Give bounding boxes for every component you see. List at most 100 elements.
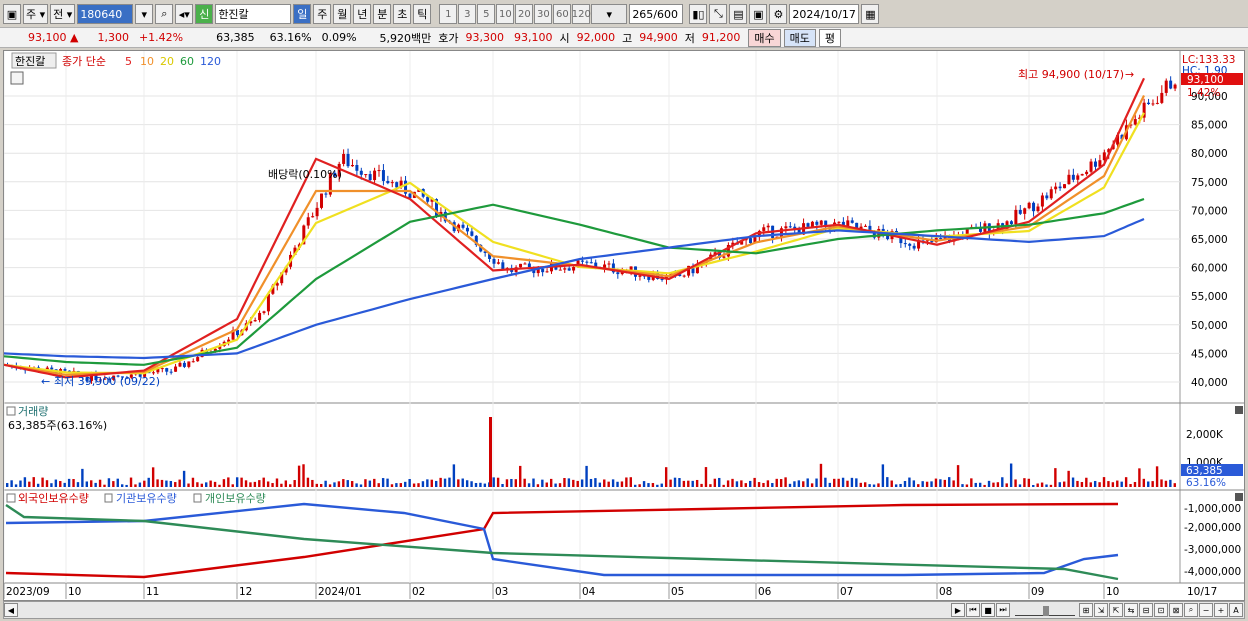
volume-bar [846,480,849,487]
volume-bar [129,477,133,487]
interval-tick[interactable]: 틱 [413,4,432,24]
volume-bar [594,478,597,487]
volume-bar [324,480,327,487]
calendar-icon[interactable]: ▦ [861,4,880,24]
eval-button[interactable]: 평 [818,28,842,47]
draw-tool-icon[interactable]: ⤡ [709,4,728,24]
speaker-icon[interactable]: ◂▾ [175,4,194,24]
volume-panel-close-icon[interactable] [1235,406,1243,414]
holdings-panel-close-icon[interactable] [1235,493,1243,501]
grid-toggle-icon[interactable] [10,71,24,85]
candle-body [315,207,319,217]
volume-bar [412,483,416,487]
interval-second[interactable]: 초 [393,4,412,24]
period-type-select[interactable]: 주 ▾ [23,4,49,24]
font-size-icon[interactable]: A [1229,603,1243,617]
low-price: 91,200 [701,31,741,44]
gear-icon[interactable]: ⚙ [769,4,788,24]
stop-icon[interactable]: ■ [981,603,995,617]
period-20[interactable]: 20 [515,4,534,24]
stock-code-input[interactable]: 180640 [77,4,134,24]
volume-bar [1160,479,1163,487]
interval-week[interactable]: 주 [313,4,332,24]
chart-area[interactable]: 한진칼 종가 단순 5 10 20 60 120 최고 94,900 (10/1… [3,50,1245,601]
tool-icon-1[interactable]: ⊞ [1079,603,1093,617]
tool-icon-6[interactable]: ⊡ [1154,603,1168,617]
period-1[interactable]: 1 [439,4,458,24]
zoom-icon[interactable]: ⌕ [1184,603,1198,617]
period-10[interactable]: 10 [496,4,515,24]
zoom-in-icon[interactable]: + [1214,603,1228,617]
print-icon[interactable]: ▤ [729,4,748,24]
volume-bar [120,484,124,487]
period-5[interactable]: 5 [477,4,496,24]
volume-value-text: 63,385주(63.16%) [8,419,107,432]
tool-icon-7[interactable]: ⊠ [1169,603,1183,617]
candle-body [589,262,593,264]
volume-bar [408,479,411,487]
period-3[interactable]: 3 [458,4,477,24]
stock-name-field[interactable]: 한진칼 [215,4,292,24]
tool-icon-2[interactable]: ⇲ [1094,603,1108,617]
market-select[interactable]: 전 ▾ [50,4,76,24]
candle-body [1049,189,1053,199]
price-ytick: 55,000 [1191,291,1228,303]
candle-body [1063,184,1067,189]
scroll-left-icon[interactable]: ◀ [4,603,18,617]
tool-icon-5[interactable]: ⊟ [1139,603,1153,617]
legend-ma-120: 120 [200,55,221,68]
volume-bar [545,482,548,487]
period-120[interactable]: 120 [572,4,591,24]
candle-body [815,221,819,225]
volume-bar [430,479,433,487]
rewind-icon[interactable]: ⏮ [966,603,980,617]
candle-body [165,368,169,372]
volume-bar [116,478,119,487]
volume-bar [806,478,809,487]
horizontal-scrollbar[interactable]: ◀ ▶ ⏮ ■ ⏭ ⊞ ⇲ ⇱ ⇆ ⊟ ⊡ ⊠ ⌕ − + A [3,601,1245,619]
legend-individual-handle[interactable] [193,493,202,503]
tool-icon-3[interactable]: ⇱ [1109,603,1123,617]
tool-icon-4[interactable]: ⇆ [1124,603,1138,617]
zoom-out-icon[interactable]: − [1199,603,1213,617]
interval-minute[interactable]: 분 [373,4,392,24]
candle-body [196,357,200,362]
candle-body [151,372,155,374]
buy-button[interactable]: 매수 [748,28,781,47]
zoom-slider-thumb[interactable] [1043,606,1049,616]
candle-body [607,263,611,265]
fast-forward-icon[interactable]: ⏭ [996,603,1010,617]
interval-year[interactable]: 년 [353,4,372,24]
interval-day[interactable]: 일 [293,4,312,24]
period-30[interactable]: 30 [534,4,553,24]
interval-month[interactable]: 월 [333,4,352,24]
volume-bar [638,484,641,487]
date-field[interactable]: 2024/10/17 [789,4,860,24]
volume-bar [1036,483,1039,487]
count-field[interactable]: 265/600 [629,4,684,24]
window-icon[interactable]: ▣ [3,4,21,24]
volume-panel-handle[interactable] [6,406,16,416]
legend-institution-handle[interactable] [104,493,113,503]
volume-current-tag-text: 63,385 [1186,465,1223,477]
volume-bar [965,484,969,487]
stock-dropdown-button[interactable]: ▾ [135,4,154,24]
candle-type-icon[interactable]: ▮▯ [689,4,708,24]
candle-body [1085,171,1089,175]
volume-bar [32,477,35,487]
period-custom-select[interactable]: ▾ [591,4,628,24]
volume-bar [1001,477,1004,487]
holdings-panel-handle[interactable] [6,493,16,503]
holdings-ytick-3m: -3,000,000 [1184,544,1241,556]
save-icon[interactable]: ▣ [749,4,768,24]
volume-bar [1098,482,1101,487]
volume-bar [1040,482,1044,487]
sell-button[interactable]: 매도 [783,28,816,47]
volume-bar [63,482,66,487]
period-60[interactable]: 60 [553,4,572,24]
zoom-slider[interactable] [1015,604,1075,616]
search-icon[interactable]: ⌕ [155,4,174,24]
x-axis-label: 10 [1106,586,1119,598]
volume-bar [448,477,451,487]
scroll-right-icon[interactable]: ▶ [951,603,965,617]
